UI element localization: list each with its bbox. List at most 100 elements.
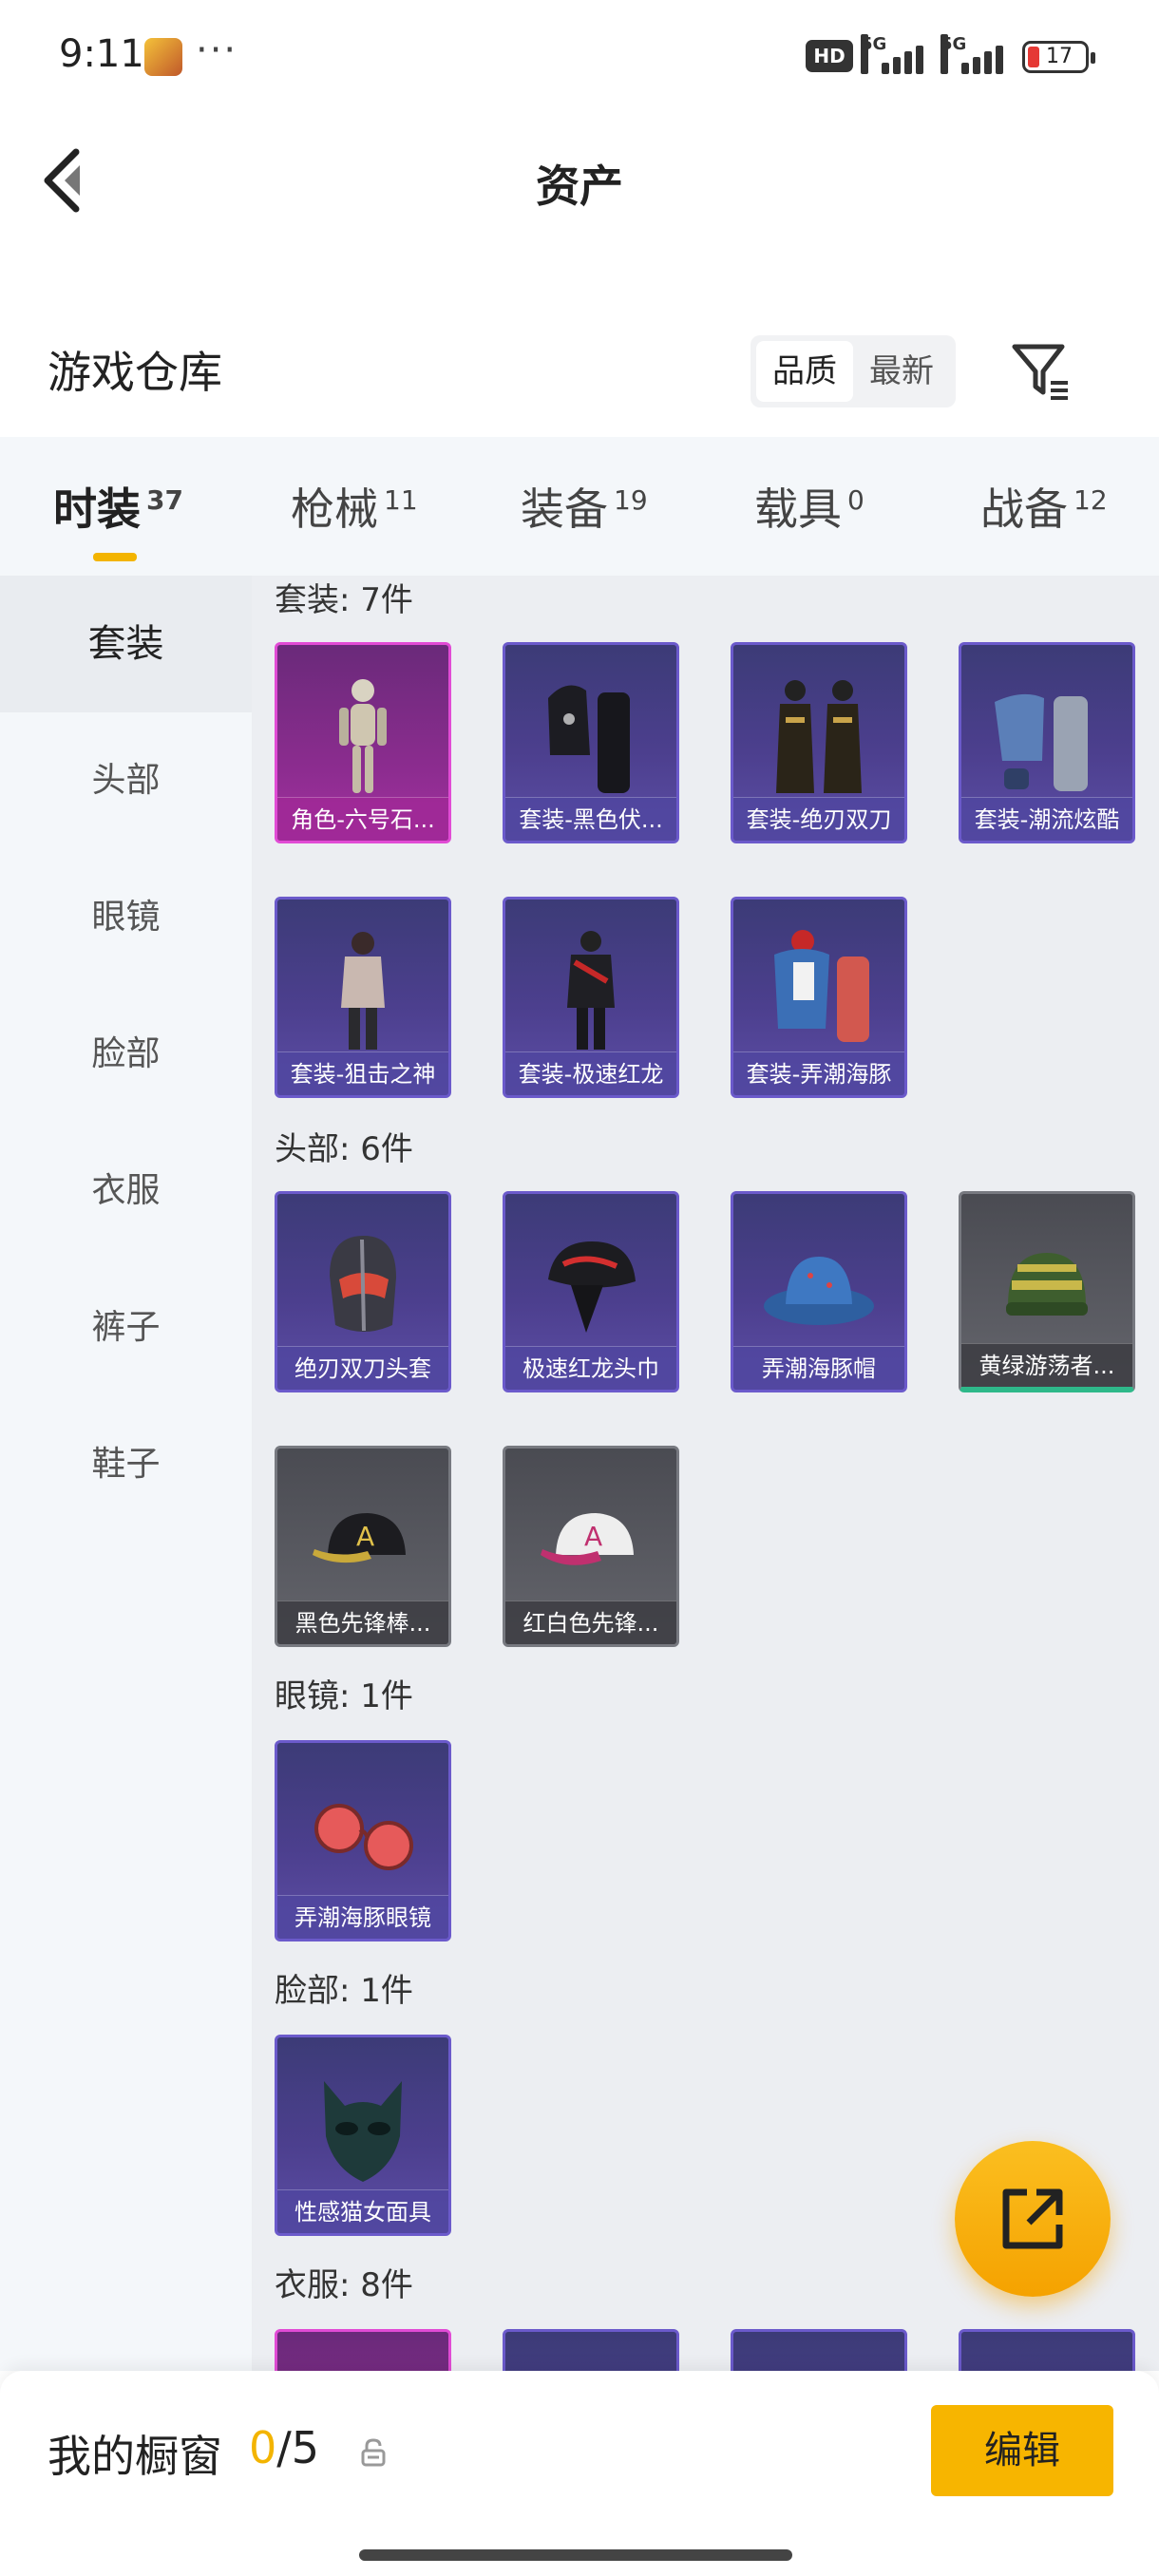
edit-button[interactable]: 编辑 xyxy=(931,2405,1113,2496)
home-indicator[interactable] xyxy=(359,2549,792,2561)
sort-toggle: 品质 最新 xyxy=(750,335,956,407)
tab-equipment[interactable]: 装备 19 xyxy=(521,475,648,538)
subcategory-sidebar: 套装 头部 眼镜 脸部 衣服 裤子 鞋子 xyxy=(0,576,252,2371)
helmet-icon xyxy=(330,1236,396,1332)
hd-voice-icon: HD xyxy=(806,40,853,72)
tab-count: 11 xyxy=(384,483,418,516)
outfit-icon xyxy=(567,931,615,1050)
item-grid-area: 套装: 7件 角色-六号石... 套装-黑色伏... 套装-绝刃双刀 套装-潮流… xyxy=(252,576,1159,2371)
export-icon xyxy=(1002,2188,1063,2249)
section-title-clothes: 衣服: 8件 xyxy=(275,2266,413,2304)
item-name: 极速红龙头巾 xyxy=(522,1355,659,1382)
signal-icon-sim1: 5G xyxy=(861,34,927,74)
outfit-icon xyxy=(776,680,862,793)
filter-icon xyxy=(1012,344,1068,400)
sidebar-item-face[interactable]: 脸部 xyxy=(0,986,252,1123)
showcase-count-current: 0 xyxy=(249,2422,277,2473)
item-card[interactable]: 极速红龙头巾 xyxy=(503,1191,679,1392)
warehouse-label: 游戏仓库 xyxy=(48,347,222,398)
top-nav: 资产 xyxy=(0,104,1159,247)
item-card[interactable] xyxy=(503,2329,679,2371)
item-name: 弄潮海豚眼镜 xyxy=(294,1904,431,1931)
lock-icon xyxy=(361,2438,386,2467)
tab-guns[interactable]: 枪械 11 xyxy=(291,475,418,538)
tab-label: 枪械 xyxy=(291,483,378,535)
status-bar: 9:11 ··· HD 5G 5G 17 xyxy=(0,0,1159,104)
sidebar-item-pants[interactable]: 裤子 xyxy=(0,1260,252,1396)
status-more: ··· xyxy=(196,28,238,72)
tab-count: 37 xyxy=(146,483,183,516)
sidebar-item-suit[interactable]: 套装 xyxy=(0,576,252,712)
sidebar-item-glasses[interactable]: 眼镜 xyxy=(0,849,252,986)
item-card[interactable]: 弄潮海豚帽 xyxy=(731,1191,907,1392)
item-card[interactable]: 套装-黑色伏... xyxy=(503,642,679,843)
outfit-icon xyxy=(995,693,1088,791)
tab-supplies[interactable]: 战备 12 xyxy=(980,475,1108,538)
sort-newest-button[interactable]: 最新 xyxy=(853,341,950,402)
section-title-glasses: 眼镜: 1件 xyxy=(275,1677,413,1715)
section-title-suits: 套装: 7件 xyxy=(275,581,413,619)
section-title-face: 脸部: 1件 xyxy=(275,1972,413,2010)
item-card[interactable]: 绝刃双刀头套 xyxy=(275,1191,451,1392)
item-card[interactable]: 角色-六号石... xyxy=(275,642,451,843)
svg-text:A: A xyxy=(584,1521,602,1552)
tab-fashion[interactable]: 时装 37 xyxy=(53,475,183,561)
tab-vehicles[interactable]: 载具 0 xyxy=(754,475,864,538)
filter-button[interactable] xyxy=(1007,337,1074,404)
showcase-bar: 我的橱窗 0/5 编辑 xyxy=(0,2371,1159,2576)
bandana-icon xyxy=(548,1241,636,1333)
sidebar-item-head[interactable]: 头部 xyxy=(0,712,252,849)
sidebar-item-shoes[interactable]: 鞋子 xyxy=(0,1396,252,1533)
tab-count: 12 xyxy=(1074,483,1108,516)
item-card[interactable]: 套装-弄潮海豚 xyxy=(731,897,907,1098)
item-card[interactable] xyxy=(731,2329,907,2371)
showcase-count-total: /5 xyxy=(276,2422,320,2473)
item-card[interactable]: 套装-极速红龙 xyxy=(503,897,679,1098)
sidebar-item-clothes[interactable]: 衣服 xyxy=(0,1123,252,1260)
item-name: 套装-潮流炫酷 xyxy=(974,806,1120,833)
share-button[interactable] xyxy=(955,2141,1111,2297)
outfit-icon xyxy=(341,932,385,1050)
showcase-label: 我的橱窗 xyxy=(48,2431,222,2482)
mask-icon xyxy=(324,2081,402,2182)
item-name: 角色-六号石... xyxy=(291,806,435,833)
beanie-icon xyxy=(1006,1253,1088,1316)
battery-level: 17 xyxy=(1046,45,1073,68)
item-name: 套装-狙击之神 xyxy=(290,1061,436,1088)
battery-icon: 17 xyxy=(1022,41,1095,73)
tab-label: 载具 xyxy=(754,483,842,535)
item-name: 套装-黑色伏... xyxy=(519,806,663,833)
tab-label: 装备 xyxy=(521,483,608,535)
page-title: 资产 xyxy=(536,161,623,212)
item-card[interactable]: A 红白色先锋... xyxy=(503,1446,679,1647)
item-name: 绝刃双刀头套 xyxy=(294,1355,431,1382)
item-card[interactable]: 套装-潮流炫酷 xyxy=(959,642,1135,843)
tab-label: 时装 xyxy=(53,483,141,535)
item-name: 红白色先锋... xyxy=(522,1610,659,1637)
tab-count: 19 xyxy=(614,483,648,516)
item-name: 黑色先锋棒... xyxy=(294,1610,431,1637)
item-card[interactable]: A 黑色先锋棒... xyxy=(275,1446,451,1647)
section-title-head: 头部: 6件 xyxy=(275,1130,413,1168)
item-name: 套装-绝刃双刀 xyxy=(746,806,892,833)
tab-count: 0 xyxy=(847,483,864,516)
tab-label: 战备 xyxy=(980,483,1068,535)
item-card[interactable]: 弄潮海豚眼镜 xyxy=(275,1740,451,1941)
character-icon xyxy=(339,679,387,793)
item-name: 套装-弄潮海豚 xyxy=(746,1061,892,1088)
item-name: 性感猫女面具 xyxy=(294,2199,431,2226)
item-card[interactable]: 套装-狙击之神 xyxy=(275,897,451,1098)
cap-icon: A xyxy=(313,1513,406,1563)
item-card[interactable]: 性感猫女面具 xyxy=(275,2035,451,2236)
item-card[interactable]: 套装-绝刃双刀 xyxy=(731,642,907,843)
item-card[interactable] xyxy=(275,2329,451,2371)
item-name: 弄潮海豚帽 xyxy=(762,1355,876,1382)
item-name: 套装-极速红龙 xyxy=(518,1061,664,1088)
item-card[interactable]: 黄绿游荡者... xyxy=(959,1191,1135,1392)
item-card[interactable] xyxy=(959,2329,1135,2371)
item-name: 黄绿游荡者... xyxy=(978,1353,1115,1379)
sort-quality-button[interactable]: 品质 xyxy=(756,341,853,402)
signal-icon-sim2: 5G xyxy=(940,34,1007,74)
outfit-icon xyxy=(774,930,869,1042)
bucket-hat-icon xyxy=(764,1257,874,1325)
